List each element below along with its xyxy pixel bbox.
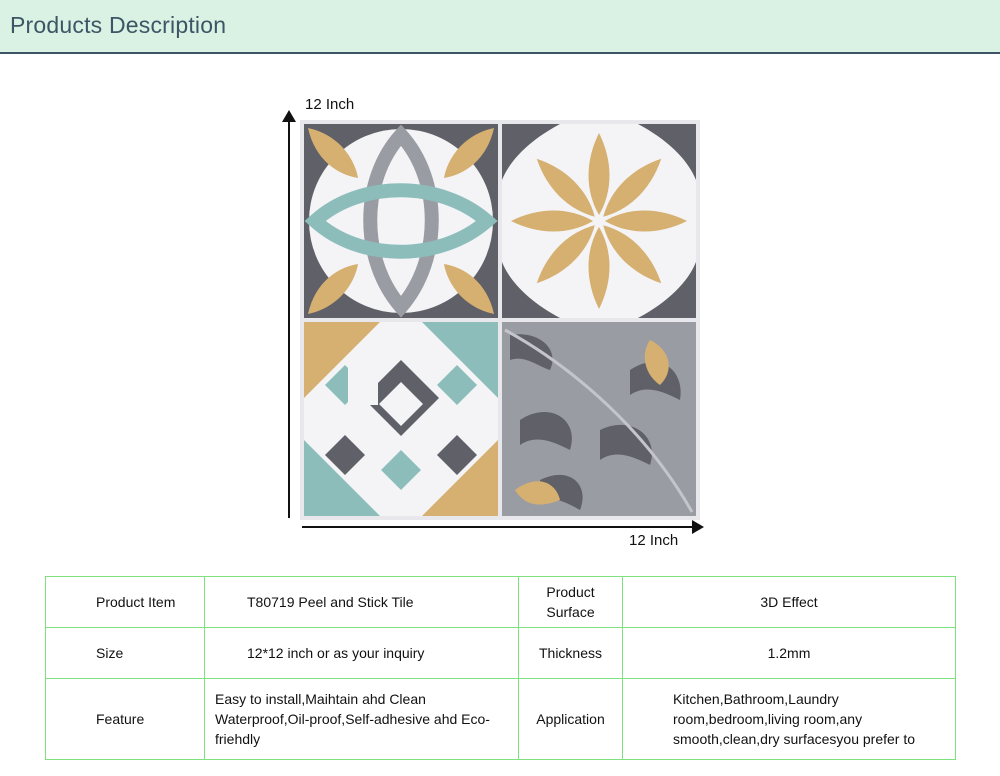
spec-label: Product Surface	[518, 576, 623, 628]
table-row: Product Item T80719 Peel and Stick Tile …	[45, 576, 956, 628]
tile-top-left	[304, 124, 498, 318]
table-row: Feature Easy to install,Maihtain ahd Cle…	[45, 678, 956, 760]
width-label: 12 Inch	[629, 532, 679, 549]
spec-value: 1.2mm	[622, 627, 956, 679]
spec-table: Product Item T80719 Peel and Stick Tile …	[45, 576, 956, 760]
spec-label: Feature	[45, 678, 205, 760]
arrow-up-icon	[282, 110, 296, 122]
table-row: Size 12*12 inch or as your inquiry Thick…	[45, 627, 956, 679]
section-header: Products Description	[0, 0, 1000, 54]
height-axis-line	[288, 116, 290, 518]
spec-label: Size	[45, 627, 205, 679]
tile-bottom-left	[304, 322, 498, 516]
tile-bottom-right	[502, 322, 696, 516]
spec-value: 12*12 inch or as your inquiry	[204, 627, 519, 679]
width-axis-line	[302, 526, 694, 528]
spec-label: Thickness	[518, 627, 623, 679]
spec-label: Application	[518, 678, 623, 760]
height-label: 12 Inch	[305, 96, 355, 113]
tile-product-image	[300, 120, 700, 520]
section-title: Products Description	[10, 12, 227, 38]
spec-label: Product Item	[45, 576, 205, 628]
tile-top-right	[502, 124, 696, 318]
spec-value: T80719 Peel and Stick Tile	[204, 576, 519, 628]
spec-value: 3D Effect	[622, 576, 956, 628]
spec-value: Kitchen,Bathroom,Laundry room,bedroom,li…	[622, 678, 956, 760]
spec-value: Easy to install,Maihtain ahd Clean Water…	[204, 678, 519, 760]
arrow-right-icon	[692, 520, 704, 534]
